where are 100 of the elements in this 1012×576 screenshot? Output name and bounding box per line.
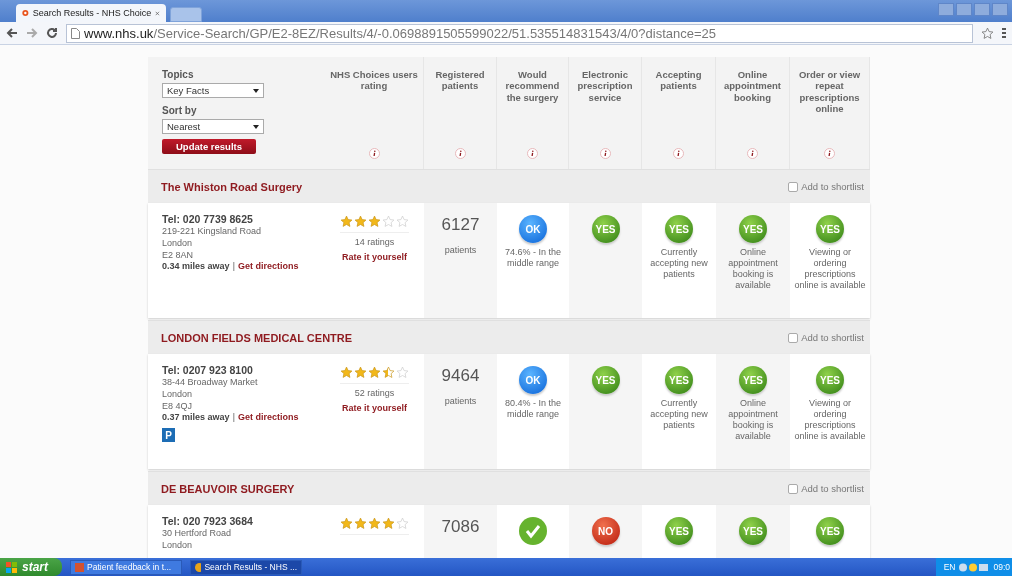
separator-text: | [232, 261, 236, 271]
directions-link[interactable]: Get directions [238, 261, 299, 271]
topics-dropdown[interactable]: Key Facts [162, 83, 264, 98]
star-icon [382, 517, 395, 530]
info-icon[interactable] [454, 148, 466, 159]
patient-count: 9464 [441, 366, 480, 386]
practice-name[interactable]: LONDON FIELDS MEDICAL CENTRE [161, 331, 353, 344]
update-results-button[interactable]: Update results [162, 139, 256, 154]
distance-text: 0.37 miles away [162, 412, 230, 422]
status-badge: NO [591, 517, 620, 545]
sort-dropdown[interactable]: Nearest [162, 119, 264, 134]
status-badge: YES [591, 215, 620, 243]
status-badge: YES [739, 215, 767, 243]
address-line: 30 Hertford Road [162, 527, 232, 539]
column-heading: Online appointment booking [723, 69, 782, 104]
taskbar-button[interactable]: Patient feedback in t... [70, 559, 182, 575]
separator-text: | [232, 412, 236, 422]
back-icon[interactable] [6, 27, 18, 39]
patients-label: patients [443, 245, 478, 256]
url-text: www.nhs.uk/Service-Search/GP/E2-8EZ/Results/4/-0.0698891505599022/51.535514831543/4/0?distance=25 [84, 25, 717, 41]
status-badge: OK [519, 366, 547, 394]
column-heading: Order or view repeat prescriptions online [797, 69, 862, 115]
star-icon [396, 215, 409, 228]
result-text: Currently accepting new patients [649, 247, 709, 280]
star-icon[interactable] [981, 26, 994, 40]
browser-icon [195, 562, 202, 572]
rate-link[interactable]: Rate it yourself [342, 403, 407, 413]
close-icon[interactable] [155, 9, 160, 17]
telephone-number: Tel: 020 7923 3684 [162, 515, 253, 527]
caret-icon [253, 88, 259, 93]
info-icon[interactable] [673, 148, 684, 159]
status-badge: YES [665, 215, 693, 243]
star-icon [340, 366, 353, 379]
star-icon [340, 215, 353, 228]
info-icon[interactable] [527, 148, 538, 159]
shortlist-checkbox[interactable]: Add to shortlist [788, 332, 864, 343]
status-badge: YES [739, 517, 767, 545]
practice-name[interactable]: DE BEAUVOIR SURGERY [161, 482, 295, 495]
result-text: 80.4% - In the middle range [503, 398, 562, 420]
ratings-count: 52 ratings [353, 388, 396, 399]
info-icon[interactable] [824, 148, 835, 159]
address-line: London [162, 237, 193, 249]
menu-icon[interactable] [1002, 27, 1006, 39]
clock-text: 09:0 [993, 562, 1010, 572]
shortlist-checkbox[interactable]: Add to shortlist [788, 181, 864, 192]
site-icon [22, 8, 29, 18]
browser-tab[interactable]: Search Results - NHS Choice [16, 4, 166, 22]
status-badge: YES [739, 366, 767, 394]
star-icon [396, 517, 409, 530]
patient-count: 7086 [441, 517, 480, 537]
info-icon[interactable] [368, 148, 380, 159]
column-heading: Would recommend the surgery [504, 69, 561, 104]
star-icon [396, 366, 409, 379]
star-icon [368, 517, 381, 530]
shortlist-checkbox[interactable]: Add to shortlist [788, 483, 864, 494]
star-icon [382, 215, 395, 228]
result-text: Currently accepting new patients [649, 398, 709, 431]
column-heading: Electronic prescription service [576, 69, 634, 104]
result-text: Online appointment booking is available [727, 398, 779, 442]
column-heading: Registered patients [434, 69, 486, 92]
taskbar-button[interactable]: Search Results - NHS ... [190, 559, 302, 575]
address-line: London [162, 388, 193, 400]
directions-link[interactable]: Get directions [238, 412, 299, 422]
start-button[interactable]: start [0, 558, 62, 576]
status-badge: YES [816, 517, 844, 545]
star-icon [354, 517, 367, 530]
patients-label: patients [443, 396, 478, 407]
distance-text: 0.34 miles away [162, 261, 230, 271]
result-text: Viewing or ordering prescriptions online is available [793, 247, 867, 291]
column-heading: Accepting patients [654, 69, 703, 92]
document-icon [75, 562, 84, 572]
address-line: London [162, 539, 193, 551]
practice-name[interactable]: The Whiston Road Surgery [161, 180, 303, 193]
star-icon [368, 366, 381, 379]
topics-label: Topics [162, 69, 195, 80]
info-icon[interactable] [599, 148, 611, 159]
address-field[interactable]: www.nhs.uk/Service-Search/GP/E2-8EZ/Results/4/-0.0698891505599022/51.535514831543/4/0?distance=25 [66, 23, 973, 43]
info-icon[interactable] [747, 148, 758, 159]
reload-icon[interactable] [46, 27, 58, 39]
result-text: Viewing or ordering prescriptions online is available [793, 398, 867, 442]
address-line: E2 8AN [162, 249, 194, 261]
ratings-count: 14 ratings [353, 237, 396, 248]
result-text: 74.6% - In the middle range [503, 247, 562, 269]
tab-title: Search Results - NHS Choice [32, 8, 152, 18]
star-icon [354, 366, 367, 379]
status-badge: YES [816, 215, 844, 243]
windows-logo-icon [6, 561, 18, 573]
result-text: Online appointment booking is available [727, 247, 779, 291]
address-line: E8 4QJ [162, 400, 192, 412]
status-badge: YES [665, 366, 693, 394]
page-icon [71, 27, 80, 39]
patient-count: 6127 [441, 215, 480, 235]
status-badge: YES [816, 366, 844, 394]
column-heading: NHS Choices users rating [329, 69, 419, 92]
sort-label: Sort by [162, 105, 198, 116]
star-icon [354, 215, 367, 228]
status-badge: OK [519, 215, 547, 243]
rate-link[interactable]: Rate it yourself [342, 252, 407, 262]
address-line: 219-221 Kingsland Road [162, 225, 262, 237]
star-icon [382, 366, 395, 379]
